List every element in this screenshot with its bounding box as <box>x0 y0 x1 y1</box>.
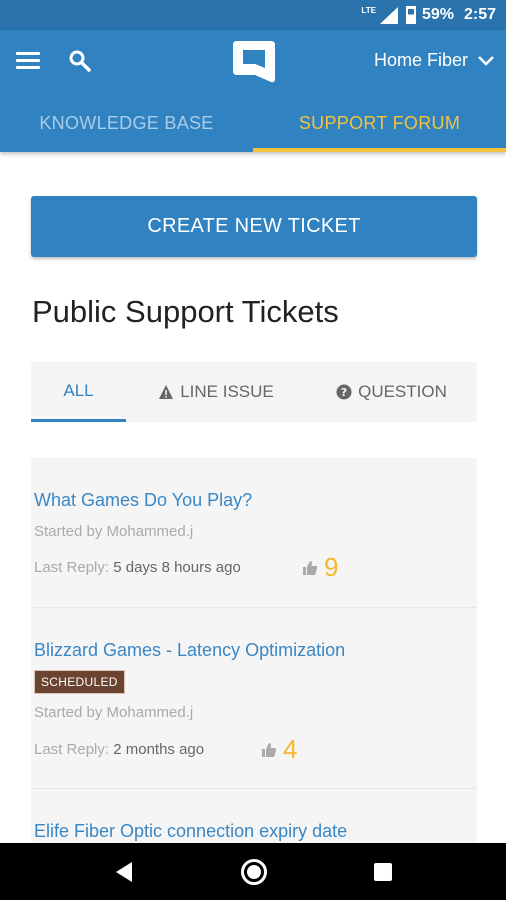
thumbs-up-icon <box>303 560 318 575</box>
ticket-likes: 4 <box>261 734 297 765</box>
battery-percent: 59% <box>421 6 454 23</box>
thumbs-up-icon <box>262 742 277 757</box>
filter-question-label: QUESTION <box>358 382 447 401</box>
main-tabs: KNOWLEDGE BASE SUPPORT FORUM <box>0 94 506 152</box>
question-circle-icon: ? <box>336 384 352 400</box>
last-reply-label: Last Reply: <box>34 559 110 576</box>
ticket-title[interactable]: Blizzard Games - Latency Optimization <box>34 640 345 661</box>
ticket-starter: Started by Mohammed.j <box>34 523 194 540</box>
tab-knowledge-base[interactable]: KNOWLEDGE BASE <box>0 94 253 152</box>
clock: 2:57 <box>463 6 496 23</box>
ticket-last-reply: Last Reply: 2 months ago <box>34 741 204 758</box>
network-selector-label: Home Fiber <box>373 50 468 70</box>
recent-apps-icon[interactable] <box>374 862 393 881</box>
home-icon[interactable] <box>240 858 267 885</box>
status-badge: SCHEDULED <box>34 670 125 694</box>
network-selector[interactable]: Home Fiber <box>374 50 494 71</box>
filter-question[interactable]: ? QUESTION <box>306 362 477 422</box>
likes-count: 4 <box>283 734 298 764</box>
svg-text:?: ? <box>341 386 347 399</box>
last-reply-time: 2 months ago <box>113 741 205 758</box>
back-icon[interactable] <box>114 861 134 883</box>
chevron-down-icon <box>478 55 494 66</box>
menu-icon[interactable] <box>16 52 40 70</box>
likes-count: 9 <box>324 552 339 582</box>
search-icon[interactable] <box>68 49 92 73</box>
app-bar: Home Fiber KNOWLEDGE BASE SUPPORT FORUM <box>0 30 506 152</box>
signal-icon <box>379 7 398 24</box>
filter-tabs: ALL LINE ISSUE ? QUESTION <box>31 362 477 422</box>
status-bar: LTE 59% 2:57 <box>0 0 506 30</box>
ticket-item[interactable]: What Games Do You Play? Started by Moham… <box>31 458 477 608</box>
filter-all[interactable]: ALL <box>31 362 126 422</box>
last-reply-time: 5 days 8 hours ago <box>113 559 241 576</box>
filter-all-label: ALL <box>63 380 94 400</box>
ticket-likes: 9 <box>302 552 338 583</box>
ticket-list: What Games Do You Play? Started by Moham… <box>31 458 477 849</box>
ticket-item[interactable]: Elife Fiber Optic connection expiry date <box>31 789 477 849</box>
create-ticket-button[interactable]: CREATE NEW TICKET <box>31 196 477 257</box>
tab-support-forum[interactable]: SUPPORT FORUM <box>253 94 506 152</box>
battery-icon <box>405 6 416 24</box>
network-type: LTE <box>361 5 376 15</box>
ticket-title[interactable]: Elife Fiber Optic connection expiry date <box>34 821 347 842</box>
system-nav-bar <box>0 843 506 900</box>
last-reply-label: Last Reply: <box>34 741 110 758</box>
ticket-starter: Started by Mohammed.j <box>34 704 194 721</box>
ticket-title[interactable]: What Games Do You Play? <box>34 490 252 511</box>
ticket-item[interactable]: Blizzard Games - Latency Optimization SC… <box>31 608 477 789</box>
brand-logo <box>233 41 275 83</box>
warning-icon <box>159 385 174 399</box>
ticket-last-reply: Last Reply: 5 days 8 hours ago <box>34 559 241 576</box>
filter-line-issue-label: LINE ISSUE <box>180 382 274 401</box>
page-title: Public Support Tickets <box>32 294 339 329</box>
filter-line-issue[interactable]: LINE ISSUE <box>126 362 306 422</box>
